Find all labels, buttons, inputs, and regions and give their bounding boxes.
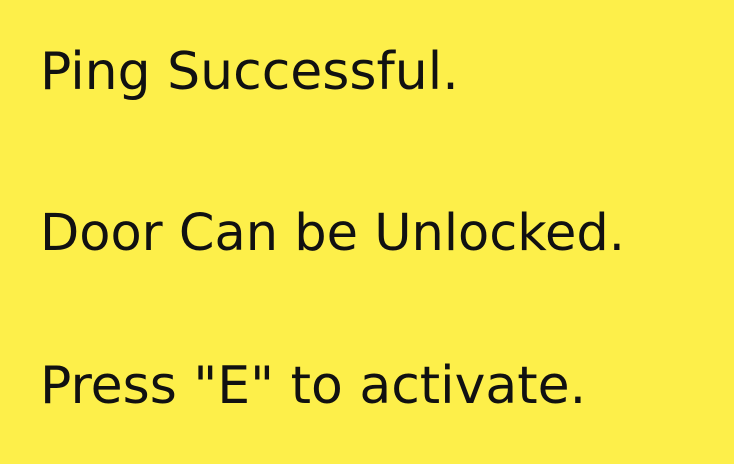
ping-status-text: Ping Successful.: [40, 42, 459, 102]
door-status-text: Door Can be Unlocked.: [40, 204, 625, 263]
interaction-prompt-panel: Ping Successful. Door Can be Unlocked. P…: [0, 0, 734, 464]
activate-instruction-text: Press "E" to activate.: [40, 356, 587, 416]
